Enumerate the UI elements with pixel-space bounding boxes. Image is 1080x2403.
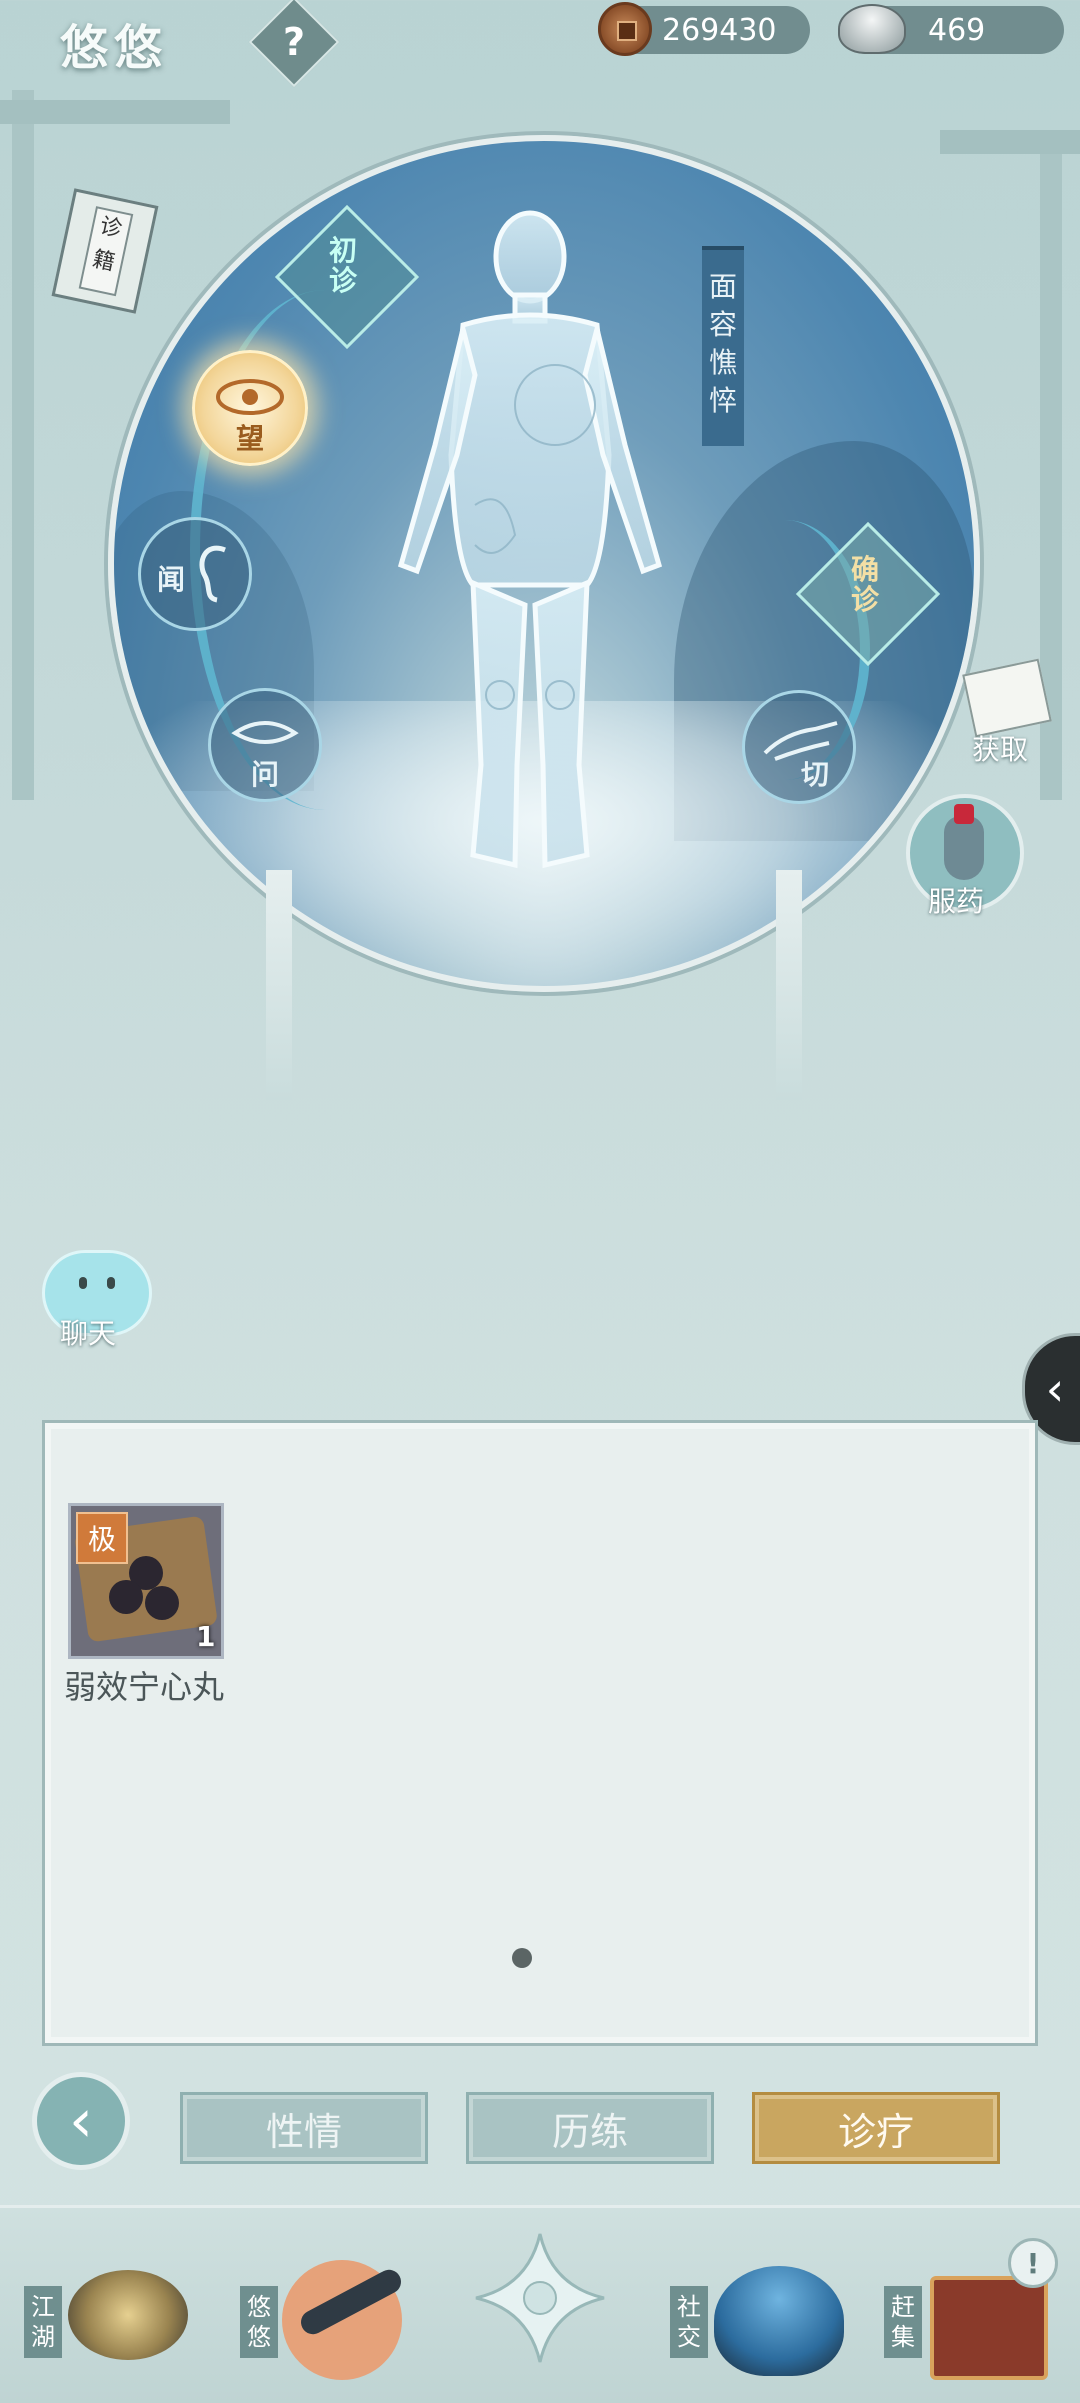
tab-experience[interactable]: 历练 [466,2092,714,2164]
human-body-figure[interactable] [365,205,695,885]
copper-coin-icon [598,2,652,56]
obtain-button[interactable]: 获取 [972,728,1028,768]
bamboo-hat-icon [68,2270,188,2360]
diagnosis-book-label: 诊籍 [78,206,134,297]
item-grade-badge: 极 [76,1512,128,1564]
ask-label: 问 [250,758,279,791]
listen-label: 闻 [157,563,186,596]
face-status-banner: 面容憔悴 [702,246,744,446]
hand-icon [763,721,838,761]
tab-temperament[interactable]: 性情 [180,2092,428,2164]
chevron-left-icon: ‹ [1045,1362,1065,1416]
nav-social-label: 社交 [670,2286,708,2358]
nav-youyou[interactable]: 悠悠 [236,2230,416,2390]
obtain-scroll-icon [962,658,1052,738]
pill-icon [145,1586,179,1620]
bottle-cap [954,804,974,824]
item-name: 弱效宁心丸 [64,1668,225,1706]
lotus-star-icon [475,2233,605,2363]
pill-icon [109,1580,143,1614]
look-button[interactable]: 望 [192,350,308,466]
page-title: 悠悠 [60,20,169,76]
diagnosis-book-button[interactable]: 诊籍 [51,188,159,314]
pulse-label: 切 [801,758,830,791]
treasure-box-icon [930,2276,1048,2380]
silver-amount: 469 [928,12,986,48]
silver-ingot-icon [838,4,906,54]
initial-diagnosis-label: 初诊 [328,234,357,297]
tab-treatment[interactable]: 诊疗 [752,2092,1000,2164]
nav-market-label: 赶集 [884,2286,922,2358]
alert-icon: ! [1008,2238,1058,2288]
nav-jianghu[interactable]: 江湖 [20,2230,210,2390]
help-icon: ? [282,20,306,64]
confirm-diagnosis-label: 确诊 [850,553,879,616]
page-indicator-dot [512,1948,532,1968]
disc-stand-right [776,870,802,1100]
nav-home[interactable] [470,2228,610,2388]
left-gate-beam [0,100,230,124]
nav-market[interactable]: 赶集 ! [884,2230,1074,2390]
nav-social[interactable]: 社交 [668,2230,848,2390]
item-count: 1 [196,1620,216,1653]
nav-jianghu-label: 江湖 [24,2286,62,2358]
wave-icon [714,2266,844,2376]
back-button[interactable]: ‹ [32,2072,130,2170]
back-arrow-icon: ‹ [69,2086,93,2156]
medicine-label: 服药 [928,885,985,918]
nav-youyou-label: 悠悠 [240,2286,278,2358]
copper-amount: 269430 [662,12,777,48]
ask-button[interactable]: 问 [208,688,322,802]
left-gate-post [12,90,34,800]
right-gate-beam [940,130,1080,154]
listen-button[interactable]: 闻 [138,517,252,631]
ear-icon [199,545,226,603]
look-label: 望 [235,422,264,455]
disc-stand-left [266,870,292,1100]
chat-label: 聊天 [60,1317,117,1350]
medicine-bottle-icon [944,816,984,880]
pulse-button[interactable]: 切 [742,690,856,804]
